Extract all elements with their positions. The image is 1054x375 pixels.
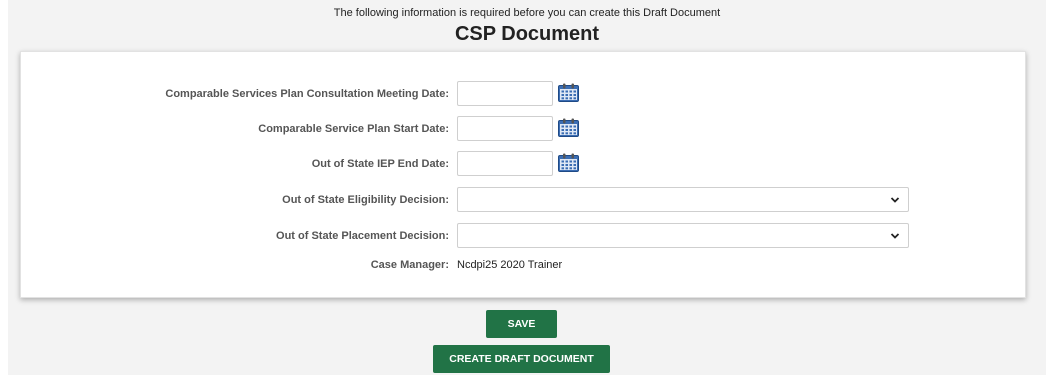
page-title: CSP Document: [454, 23, 600, 45]
consultation-date-label: Comparable Services Plan Consultation Me…: [165, 88, 449, 100]
iep-end-date-label: Out of State IEP End Date:: [311, 158, 449, 170]
eligibility-decision-select[interactable]: [457, 187, 909, 212]
chevron-down-icon: [890, 197, 900, 203]
consultation-date-input[interactable]: [457, 81, 553, 106]
case-manager-value: Ncdpi25 2020 Trainer: [457, 259, 563, 271]
eligibility-decision-label: Out of State Eligibility Decision:: [282, 194, 449, 206]
placement-decision-select[interactable]: [457, 223, 909, 248]
start-date-label: Comparable Service Plan Start Date:: [258, 123, 449, 135]
iep-end-date-input[interactable]: [457, 151, 553, 176]
calendar-icon[interactable]: [558, 118, 579, 137]
start-date-input[interactable]: [457, 116, 553, 141]
case-manager-label: Case Manager:: [370, 259, 449, 271]
calendar-icon[interactable]: [558, 153, 579, 172]
placement-decision-label: Out of State Placement Decision:: [276, 230, 449, 242]
required-info-notice: The following information is required be…: [333, 7, 721, 19]
create-draft-document-button[interactable]: CREATE DRAFT DOCUMENT: [433, 345, 610, 373]
save-button[interactable]: SAVE: [486, 310, 557, 338]
calendar-icon[interactable]: [558, 83, 579, 102]
chevron-down-icon: [890, 233, 900, 239]
form-card: Comparable Services Plan Consultation Me…: [20, 51, 1026, 298]
